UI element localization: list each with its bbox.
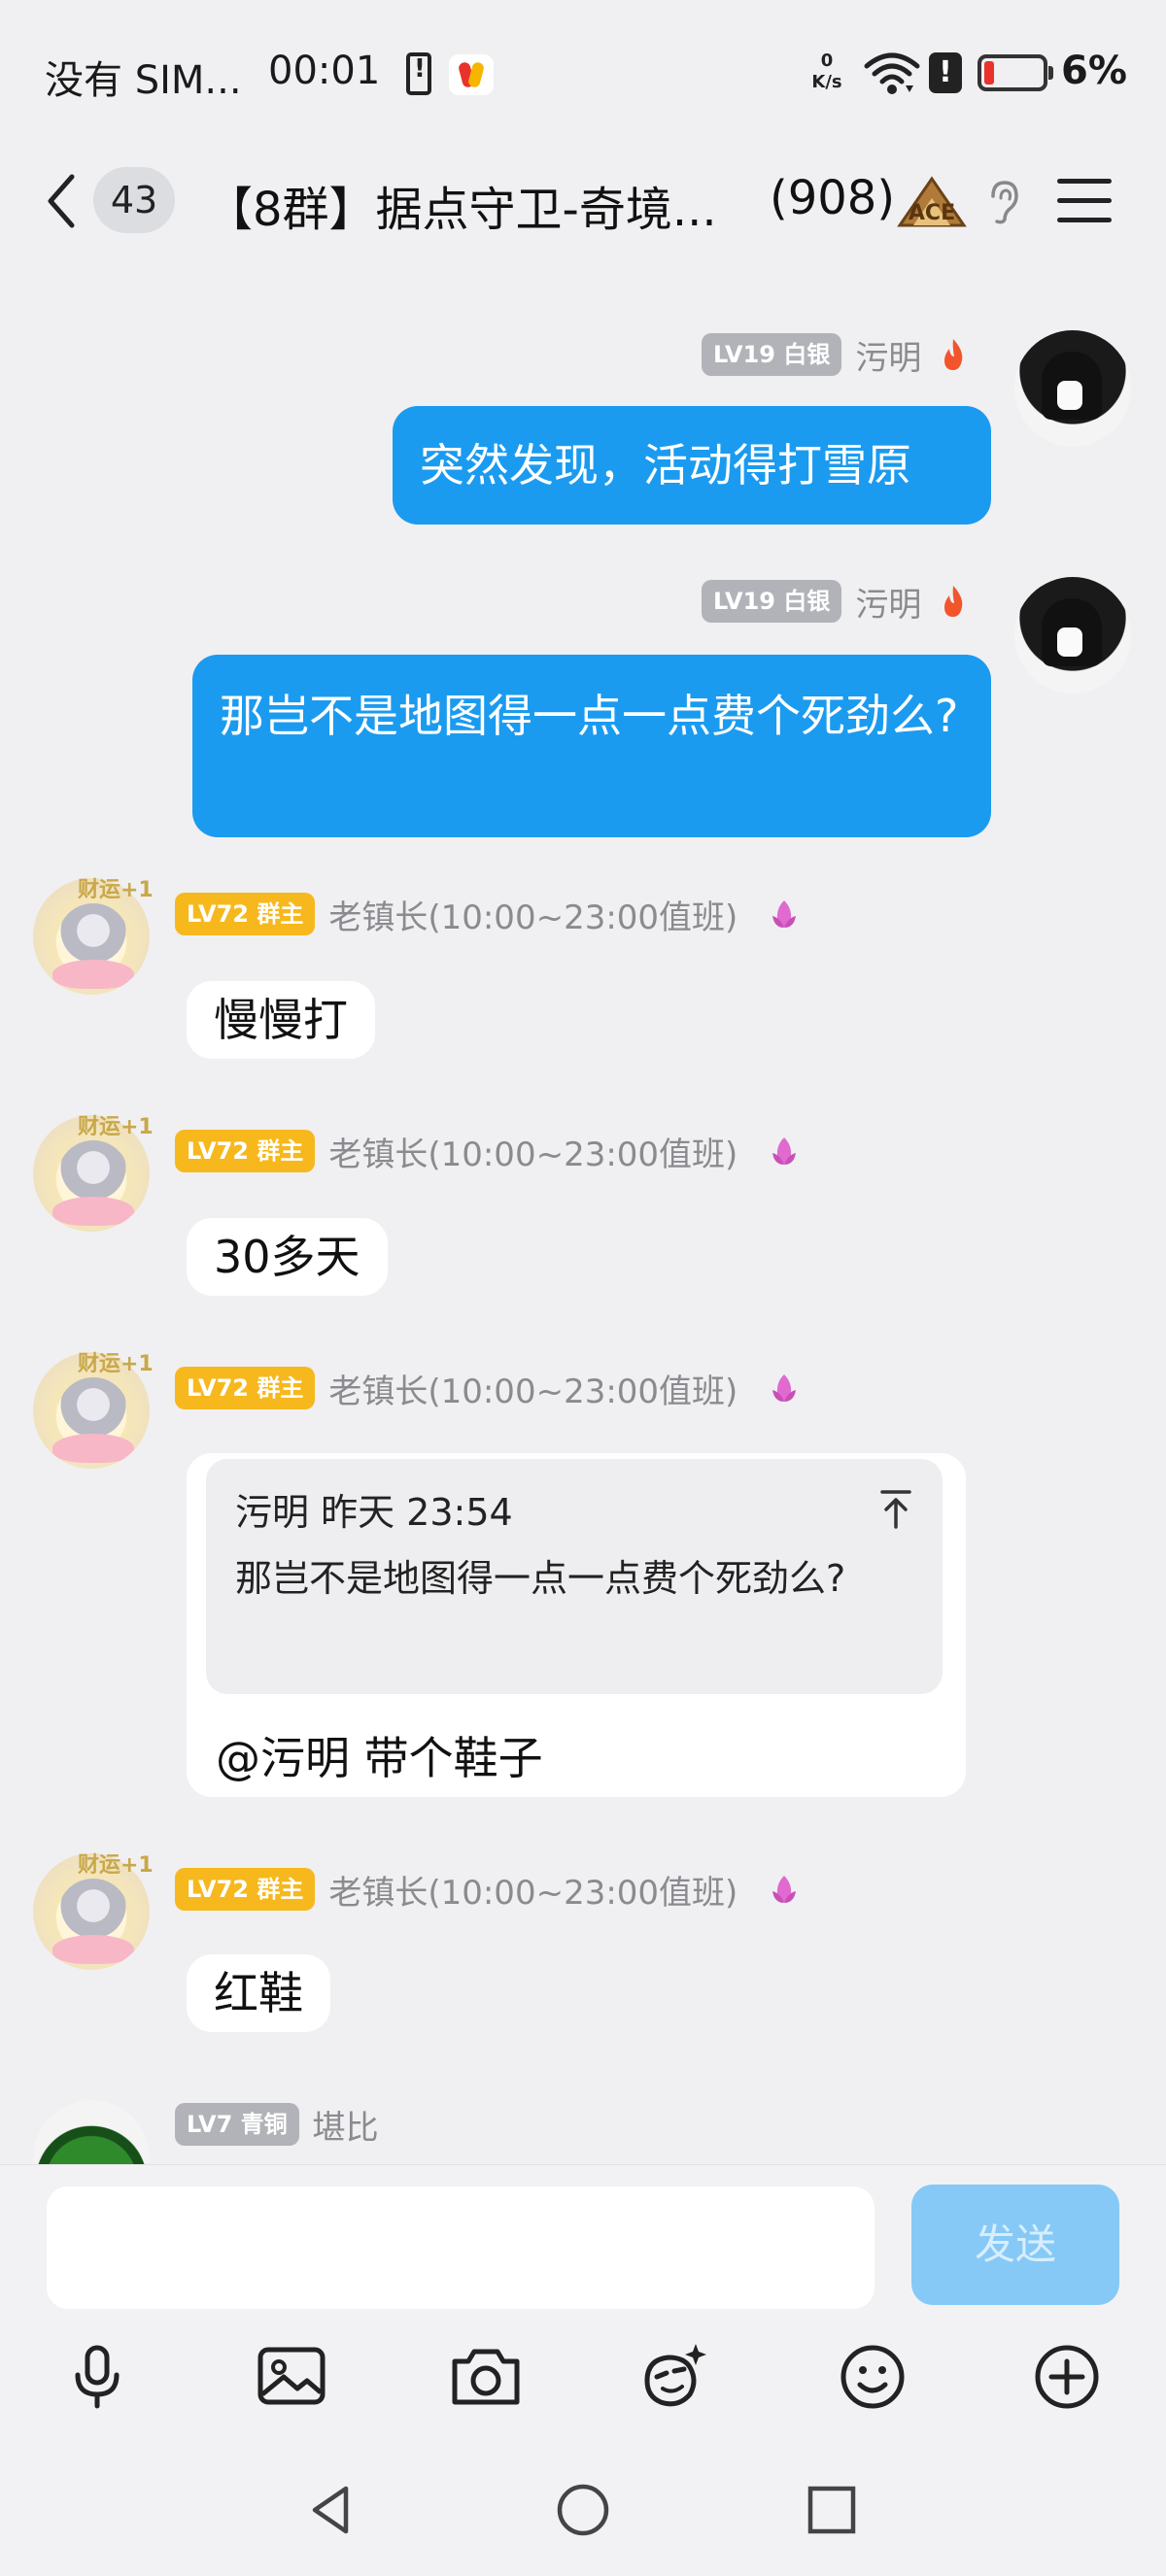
level-tag: LV72 群主	[175, 893, 316, 935]
battery-percent: 6%	[1061, 49, 1127, 93]
menu-icon[interactable]	[1057, 179, 1112, 223]
unread-count-badge[interactable]: 43	[93, 167, 175, 233]
quote-text: 那岂不是地图得一点一点费个死劲么?	[235, 1557, 846, 1600]
member-count[interactable]: (908)	[770, 171, 895, 225]
network-speed-unit: K/s	[811, 72, 842, 92]
send-button[interactable]: 发送	[911, 2185, 1119, 2305]
message-meta: LV72 群主 老镇长(10:00~23:00值班)	[175, 1128, 800, 1175]
level-tag: LV72 群主	[175, 1367, 316, 1409]
ace-icon[interactable]: ACE	[896, 173, 968, 229]
avatar[interactable]	[1014, 577, 1131, 694]
lotus-icon	[772, 1137, 797, 1165]
group-title[interactable]: 【8群】据点守卫-奇境...	[206, 171, 717, 239]
level-tag: LV72 群主	[175, 1130, 316, 1172]
lotus-icon	[772, 900, 797, 928]
sender-name[interactable]: 堪比	[313, 2101, 379, 2149]
system-nav-bar	[0, 2448, 1166, 2576]
flame-icon	[944, 339, 963, 370]
message-bubble[interactable]: 30多天	[187, 1218, 388, 1296]
app-notification-icon	[449, 54, 494, 95]
network-speed: 0 K/s	[805, 51, 849, 93]
lotus-icon	[772, 1374, 797, 1402]
message-meta: LV72 群主 老镇长(10:00~23:00值班)	[175, 1365, 800, 1412]
sender-name[interactable]: 污明	[855, 578, 921, 626]
back-icon[interactable]	[39, 167, 87, 235]
sticker-icon[interactable]	[635, 2338, 713, 2416]
recents-square-icon[interactable]	[803, 2481, 861, 2539]
jump-to-quote-icon[interactable]	[876, 1488, 915, 1531]
message-meta: LV7 青铜 堪比	[175, 2101, 379, 2149]
battery-saver-icon	[406, 52, 431, 95]
alert-icon: !	[929, 52, 962, 93]
message-bubble[interactable]: 那岂不是地图得一点一点费个死劲么?	[192, 655, 991, 837]
message-bubble[interactable]: 慢慢打	[187, 981, 375, 1059]
message-meta: LV72 群主 老镇长(10:00~23:00值班)	[175, 891, 800, 938]
level-tag: LV19 白银	[702, 580, 842, 623]
sender-name[interactable]: 污明	[855, 331, 921, 379]
level-tag: LV72 群主	[175, 1868, 316, 1911]
ear-icon[interactable]	[983, 179, 1024, 225]
battery-level	[984, 61, 994, 85]
lotus-icon	[772, 1876, 797, 1903]
message-bubble[interactable]: 突然发现，活动得打雪原	[393, 406, 991, 525]
status-bar: 没有 SIM... 00:01 0 K/s ! 6%	[0, 0, 1166, 146]
message-input[interactable]	[47, 2186, 874, 2309]
reply-text: @污明 带个鞋子	[216, 1732, 543, 1784]
wifi-icon	[864, 52, 920, 94]
sender-name[interactable]: 老镇长(10:00~23:00值班)	[328, 891, 737, 938]
home-circle-icon[interactable]	[554, 2481, 612, 2539]
level-tag: LV19 白银	[702, 333, 842, 376]
fortune-badge: 财运+1	[78, 1352, 154, 1376]
sender-name[interactable]: 老镇长(10:00~23:00值班)	[328, 1365, 737, 1412]
avatar[interactable]	[1014, 330, 1131, 447]
svg-text:ACE: ACE	[909, 201, 955, 225]
back-triangle-icon[interactable]	[303, 2481, 361, 2539]
message-meta: LV19 白银 污明	[702, 578, 968, 626]
sender-name[interactable]: 老镇长(10:00~23:00值班)	[328, 1128, 737, 1175]
fortune-badge: 财运+1	[78, 1853, 154, 1878]
message-meta: LV72 群主 老镇长(10:00~23:00值班)	[175, 1866, 800, 1914]
battery-icon	[977, 54, 1053, 91]
quote-author: 污明 昨天 23:54	[235, 1491, 513, 1534]
sender-name[interactable]: 老镇长(10:00~23:00值班)	[328, 1866, 737, 1914]
quoted-message[interactable]: 污明 昨天 23:54 那岂不是地图得一点一点费个死劲么?	[206, 1459, 943, 1694]
carrier-label: 没有 SIM...	[45, 58, 242, 103]
image-icon[interactable]	[253, 2338, 330, 2416]
level-tag: LV7 青铜	[175, 2103, 299, 2146]
network-speed-value: 0	[820, 51, 834, 71]
flame-icon	[944, 586, 963, 617]
fortune-badge: 财运+1	[78, 1115, 154, 1139]
clock: 00:01	[268, 49, 381, 93]
plus-icon[interactable]	[1028, 2338, 1106, 2416]
microphone-icon[interactable]	[58, 2338, 136, 2416]
chat-header: 43 【8群】据点守卫-奇境... (908) ACE	[0, 146, 1166, 254]
message-bubble[interactable]: 红鞋	[187, 1954, 330, 2032]
fortune-badge: 财运+1	[78, 878, 154, 902]
camera-icon[interactable]	[447, 2338, 525, 2416]
message-meta: LV19 白银 污明	[702, 331, 968, 379]
emoji-icon[interactable]	[834, 2338, 911, 2416]
